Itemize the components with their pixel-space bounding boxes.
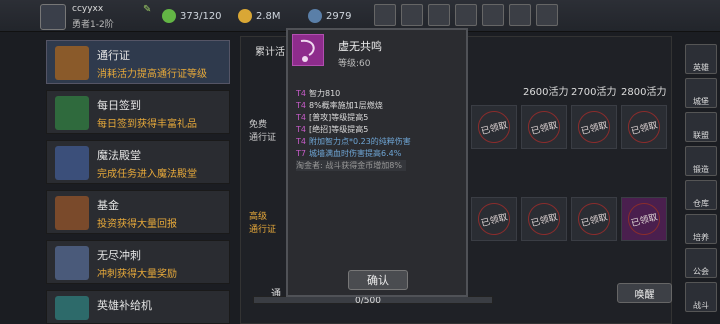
nav-label: 城堡 bbox=[693, 97, 709, 106]
necklace-icon-graphic bbox=[300, 39, 315, 62]
menu-item-title: 英雄补给机 bbox=[97, 299, 152, 312]
column-header: 2700活力 bbox=[571, 87, 617, 98]
stat-line: T4 8%概率施加1层燃烧 bbox=[296, 101, 383, 110]
chest-icon bbox=[55, 196, 89, 230]
book-icon bbox=[55, 96, 89, 130]
premium-pass-label: 高级 通行证 bbox=[249, 212, 277, 235]
reward-cell[interactable]: 已领取 bbox=[471, 105, 517, 149]
claimed-stamp: 已领取 bbox=[574, 199, 614, 239]
nav-label: 培养 bbox=[693, 233, 709, 242]
energy-resource: 373/120 bbox=[162, 7, 222, 25]
menu-item-subtitle: 消耗活力提高通行证等级 bbox=[97, 69, 207, 80]
column-header: 2600活力 bbox=[523, 87, 569, 98]
energy-value: 373/120 bbox=[180, 10, 222, 22]
progress-text: 0/500 bbox=[355, 296, 381, 306]
reward-cell[interactable]: 已领取 bbox=[471, 197, 517, 241]
menu-item-title: 基金 bbox=[97, 199, 119, 212]
nav-battle[interactable]: 战斗 bbox=[685, 282, 717, 312]
edit-icon[interactable]: ✎ bbox=[143, 4, 151, 15]
menu-item-subtitle: 完成任务进入魔法殿堂 bbox=[97, 169, 197, 180]
wizard-icon bbox=[55, 246, 89, 280]
free-pass-label: 免费 通行证 bbox=[249, 120, 277, 143]
gamepad-button[interactable] bbox=[428, 4, 450, 26]
reward-cell[interactable]: 已领取 bbox=[571, 197, 617, 241]
menu-item-title: 每日签到 bbox=[97, 99, 141, 112]
necklace-icon bbox=[292, 34, 324, 66]
player-rank: 勇者1-2阶 bbox=[72, 20, 114, 30]
nav-label: 仓库 bbox=[693, 199, 709, 208]
nav-train[interactable]: 培养 bbox=[685, 214, 717, 244]
menu-item-sprint[interactable]: 无尽冲刺 冲刺获得大量奖励 bbox=[46, 240, 230, 284]
stat-line: 淘金者: 战斗获得金币增加8% bbox=[296, 160, 406, 171]
gold-resource: 2.8M bbox=[238, 7, 281, 25]
claimed-stamp: 已领取 bbox=[474, 199, 514, 239]
claimed-stamp: 已领取 bbox=[574, 107, 614, 147]
menu-item-title: 魔法殿堂 bbox=[97, 149, 141, 162]
shop-button[interactable] bbox=[374, 4, 396, 26]
menu-item-subtitle: 冲刺获得大量奖励 bbox=[97, 269, 177, 280]
claimed-stamp: 已领取 bbox=[524, 107, 564, 147]
nav-castle[interactable]: 城堡 bbox=[685, 78, 717, 108]
reward-cell[interactable]: 已领取 bbox=[521, 105, 567, 149]
nav-hero[interactable]: 英雄 bbox=[685, 44, 717, 74]
stat-line: T4 [绝招]等级提高5 bbox=[296, 125, 369, 134]
menu-item-pass[interactable]: 通行证 消耗活力提高通行证等级 bbox=[46, 40, 230, 84]
stat-line: T4 [普攻]等级提高5 bbox=[296, 113, 369, 122]
claimed-stamp: 已领取 bbox=[624, 107, 664, 147]
reward-cell[interactable]: 已领取 bbox=[521, 197, 567, 241]
gold-coin-icon bbox=[238, 9, 252, 23]
nav-label: 战斗 bbox=[693, 301, 709, 310]
stat-line: T7 城墙满血时伤害提高6.4% bbox=[296, 149, 402, 158]
menu-item-title: 通行证 bbox=[97, 49, 130, 62]
energy-icon bbox=[162, 9, 176, 23]
gem-icon bbox=[308, 9, 322, 23]
claimed-stamp: 已领取 bbox=[624, 199, 664, 239]
player-avatar[interactable] bbox=[40, 4, 66, 30]
rainbow-button[interactable] bbox=[509, 4, 531, 26]
left-menu: 通行证 消耗活力提高通行证等级 每日签到 每日签到获得丰富礼品 魔法殿堂 完成任… bbox=[40, 36, 235, 324]
gem-resource: 2979 bbox=[308, 7, 351, 25]
nav-forge[interactable]: 锻造 bbox=[685, 146, 717, 176]
nav-label: 锻造 bbox=[693, 165, 709, 174]
nav-alliance[interactable]: 联盟 bbox=[685, 112, 717, 142]
nav-label: 英雄 bbox=[693, 63, 709, 72]
gift-button[interactable] bbox=[482, 4, 504, 26]
machine-icon bbox=[55, 296, 89, 320]
reward-cell[interactable]: 已领取 bbox=[571, 105, 617, 149]
gem-value: 2979 bbox=[326, 10, 352, 22]
mail-button[interactable] bbox=[401, 4, 423, 26]
stat-line: T4 智力810 bbox=[296, 89, 341, 98]
item-level: 等级:60 bbox=[338, 59, 371, 69]
menu-item-supply[interactable]: 英雄补给机 bbox=[46, 290, 230, 324]
claimed-stamp: 已领取 bbox=[524, 199, 564, 239]
player-name: ccyyxx bbox=[72, 4, 104, 14]
menu-item-subtitle: 每日签到获得丰富礼品 bbox=[97, 119, 197, 130]
column-header: 2800活力 bbox=[621, 87, 667, 98]
stat-line: T4 附加智力点*0.23的纯粹伤害 bbox=[296, 137, 411, 146]
confirm-button[interactable]: 确认 bbox=[348, 270, 408, 290]
tab-label: 累计活 bbox=[255, 47, 285, 58]
gold-value: 2.8M bbox=[256, 10, 281, 22]
menu-item-fund[interactable]: 基金 投资获得大量回报 bbox=[46, 190, 230, 234]
reward-cell[interactable]: 已领取 bbox=[621, 197, 667, 241]
menu-item-signin[interactable]: 每日签到 每日签到获得丰富礼品 bbox=[46, 90, 230, 134]
sword-button[interactable] bbox=[536, 4, 558, 26]
settings-button[interactable] bbox=[455, 4, 477, 26]
claimed-stamp: 已领取 bbox=[474, 107, 514, 147]
menu-item-title: 无尽冲刺 bbox=[97, 249, 141, 262]
wake-button[interactable]: 唤醒 bbox=[617, 283, 672, 303]
nav-label: 公会 bbox=[693, 267, 709, 276]
reward-cell[interactable]: 已领取 bbox=[621, 105, 667, 149]
item-popup: 虚无共鸣 等级:60 T4 智力810 T4 8%概率施加1层燃烧 T4 [普攻]等级… bbox=[286, 28, 468, 297]
item-title: 虚无共鸣 bbox=[338, 40, 382, 53]
nav-label: 联盟 bbox=[693, 131, 709, 140]
trophy-icon bbox=[55, 46, 89, 80]
nav-storage[interactable]: 仓库 bbox=[685, 180, 717, 210]
menu-item-magic-hall[interactable]: 魔法殿堂 完成任务进入魔法殿堂 bbox=[46, 140, 230, 184]
menu-item-subtitle: 投资获得大量回报 bbox=[97, 219, 177, 230]
crown-icon bbox=[55, 146, 89, 180]
nav-guild[interactable]: 公会 bbox=[685, 248, 717, 278]
